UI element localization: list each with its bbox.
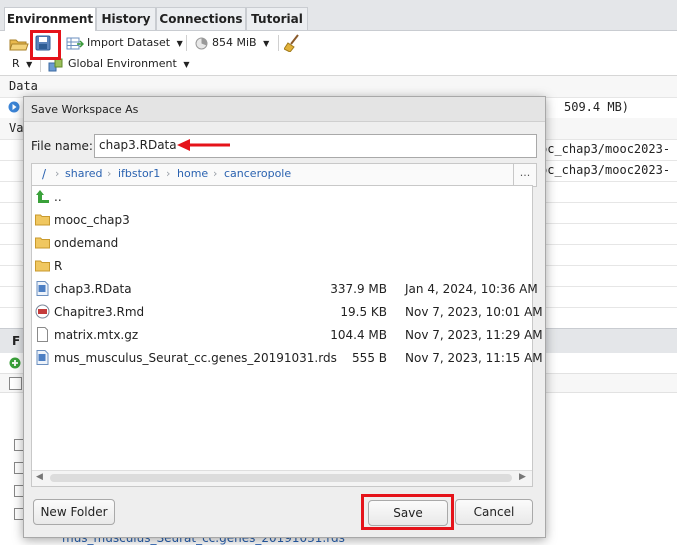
env-object-size: 509.4 MB) bbox=[564, 100, 630, 114]
open-folder-icon[interactable] bbox=[9, 36, 29, 51]
breadcrumb: / › shared › ifbstor1 › home › canceropo… bbox=[31, 163, 537, 187]
file-list: .. mooc_chap3 ondemand R chap3.RData 337… bbox=[31, 185, 543, 487]
toolbar-divider bbox=[186, 35, 187, 51]
file-modified: Nov 7, 2023, 11:15 AM bbox=[405, 351, 543, 365]
broom-icon[interactable] bbox=[284, 34, 300, 52]
env-values-header: Va bbox=[9, 121, 24, 135]
up-arrow-icon bbox=[36, 190, 49, 203]
language-label: R bbox=[12, 57, 20, 70]
toolbar-divider bbox=[278, 35, 279, 51]
select-all-checkbox[interactable] bbox=[9, 377, 22, 390]
rds-file-icon bbox=[36, 350, 49, 365]
save-button-highlight bbox=[361, 494, 454, 530]
file-size: 104.4 MB bbox=[330, 328, 387, 342]
environment-scope-bar: R ▼ Global Environment ▼ bbox=[0, 55, 677, 76]
import-dataset-button[interactable]: Import Dataset ▼ bbox=[87, 36, 183, 51]
scroll-right-icon[interactable]: ▶ bbox=[519, 472, 526, 482]
rmd-file-icon bbox=[35, 304, 50, 319]
import-dataset-label: Import Dataset bbox=[87, 36, 171, 49]
filename-input[interactable]: chap3.RData bbox=[94, 134, 537, 158]
tab-connections[interactable]: Connections bbox=[156, 7, 246, 30]
list-item[interactable]: chap3.RData 337.9 MB Jan 4, 2024, 10:36 … bbox=[32, 278, 538, 301]
chevron-down-icon: ▼ bbox=[263, 39, 270, 48]
list-item[interactable]: mus_musculus_Seurat_cc.genes_20191031.rd… bbox=[32, 347, 543, 370]
dialog-title: Save Workspace As bbox=[31, 103, 139, 116]
file-name: .. bbox=[54, 190, 62, 204]
environment-cubes-icon bbox=[48, 58, 63, 72]
file-name: mooc_chap3 bbox=[54, 213, 130, 227]
save-icon-highlight bbox=[30, 30, 61, 60]
file-modified: Nov 7, 2023, 11:29 AM bbox=[405, 328, 543, 342]
breadcrumb-root[interactable]: / bbox=[42, 167, 46, 181]
breadcrumb-item-shared[interactable]: shared bbox=[65, 167, 102, 180]
tab-history[interactable]: History bbox=[96, 7, 156, 30]
breadcrumb-item-ifbstor1[interactable]: ifbstor1 bbox=[118, 167, 160, 180]
global-environment-label: Global Environment bbox=[68, 57, 177, 70]
expand-arrow-icon[interactable] bbox=[8, 101, 20, 113]
file-name: chap3.RData bbox=[54, 282, 132, 296]
memory-pie-icon bbox=[195, 37, 208, 50]
scroll-left-icon[interactable]: ◀ bbox=[36, 472, 43, 482]
file-name: matrix.mtx.gz bbox=[54, 328, 139, 342]
import-dataset-icon[interactable] bbox=[66, 37, 84, 50]
chevron-down-icon: ▼ bbox=[176, 39, 183, 48]
breadcrumb-item-canceropole[interactable]: canceropole bbox=[224, 167, 291, 180]
file-modified: Nov 7, 2023, 10:01 AM bbox=[405, 305, 543, 319]
file-name: Chapitre3.Rmd bbox=[54, 305, 145, 319]
file-size: 19.5 KB bbox=[340, 305, 387, 319]
cancel-button[interactable]: Cancel bbox=[455, 499, 533, 525]
list-item[interactable]: .. bbox=[32, 186, 532, 209]
file-name: mus_musculus_Seurat_cc.genes_20191031.rd… bbox=[54, 351, 337, 365]
file-icon bbox=[37, 327, 48, 342]
file-modified: Jan 4, 2024, 10:36 AM bbox=[405, 282, 538, 296]
breadcrumb-more-button[interactable]: ... bbox=[513, 164, 536, 186]
env-data-header: Data bbox=[9, 79, 38, 93]
file-size: 555 B bbox=[352, 351, 387, 365]
list-item[interactable]: Chapitre3.Rmd 19.5 KB Nov 7, 2023, 10:01… bbox=[32, 301, 543, 324]
tab-tutorial[interactable]: Tutorial bbox=[246, 7, 308, 30]
breadcrumb-separator-icon: › bbox=[55, 167, 60, 180]
breadcrumb-item-home[interactable]: home bbox=[177, 167, 208, 180]
list-item[interactable]: matrix.mtx.gz 104.4 MB Nov 7, 2023, 11:2… bbox=[32, 324, 543, 347]
filename-value: chap3.RData bbox=[99, 138, 177, 152]
annotation-arrow-icon bbox=[177, 139, 230, 151]
list-item[interactable]: R bbox=[32, 255, 532, 278]
pane-tab-bar: Environment History Connections Tutorial bbox=[0, 0, 677, 31]
rdata-file-icon bbox=[36, 281, 49, 296]
filename-label: File name: bbox=[31, 139, 93, 153]
env-data-header-row: Data bbox=[0, 76, 677, 98]
global-environment-select[interactable]: Global Environment ▼ bbox=[68, 57, 189, 72]
memory-usage-button[interactable]: 854 MiB ▼ bbox=[212, 36, 269, 51]
folder-icon bbox=[35, 237, 50, 249]
list-item[interactable]: mooc_chap3 bbox=[32, 209, 532, 232]
file-size: 337.9 MB bbox=[330, 282, 387, 296]
new-file-plus-icon[interactable] bbox=[9, 357, 21, 369]
memory-usage-label: 854 MiB bbox=[212, 36, 257, 49]
breadcrumb-separator-icon: › bbox=[166, 167, 171, 180]
env-value-path: oc_chap3/mooc2023- bbox=[540, 142, 671, 156]
breadcrumb-separator-icon: › bbox=[107, 167, 112, 180]
file-name: R bbox=[54, 259, 63, 273]
horizontal-scrollbar[interactable]: ◀ ▶ bbox=[32, 470, 532, 486]
breadcrumb-separator-icon: › bbox=[213, 167, 218, 180]
chevron-down-icon: ▼ bbox=[26, 60, 33, 69]
new-folder-button[interactable]: New Folder bbox=[33, 499, 115, 525]
folder-icon bbox=[35, 214, 50, 226]
save-workspace-dialog: Save Workspace As File name: chap3.RData… bbox=[23, 96, 546, 538]
environment-toolbar: Import Dataset ▼ 854 MiB ▼ bbox=[0, 31, 677, 56]
chevron-down-icon: ▼ bbox=[183, 60, 190, 69]
folder-icon bbox=[35, 260, 50, 272]
list-item[interactable]: ondemand bbox=[32, 232, 532, 255]
env-value-path: oc_chap3/mooc2023- bbox=[540, 163, 671, 177]
files-tab-partial[interactable]: F bbox=[12, 334, 20, 348]
scrollbar-thumb[interactable] bbox=[50, 474, 512, 482]
dialog-title-bar: Save Workspace As bbox=[24, 97, 545, 122]
tab-environment[interactable]: Environment bbox=[4, 7, 96, 31]
file-name: ondemand bbox=[54, 236, 119, 250]
